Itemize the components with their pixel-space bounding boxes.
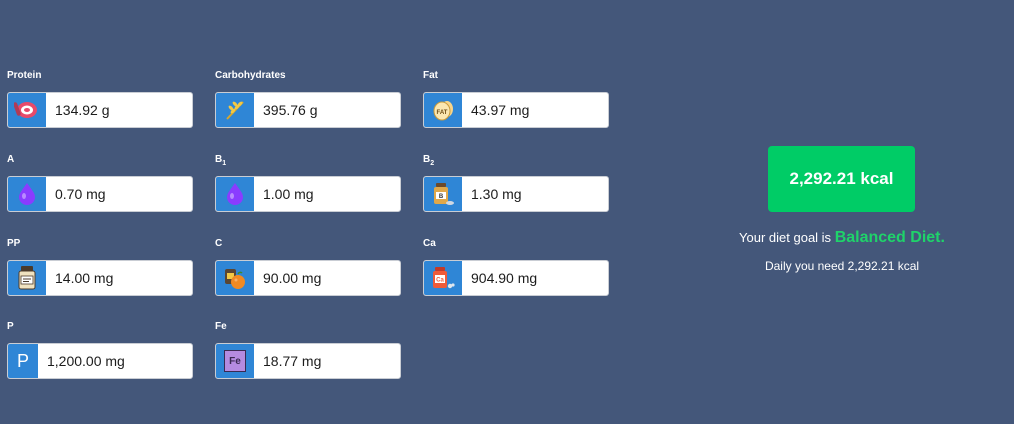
fat-input[interactable]: FAT 43.97 mg xyxy=(423,92,609,128)
protein-input[interactable]: 134.92 g xyxy=(7,92,193,128)
fat-label: Fat xyxy=(423,70,438,81)
iron-input[interactable]: Fe 18.77 mg xyxy=(215,343,401,379)
carbohydrates-input[interactable]: 395.76 g xyxy=(215,92,401,128)
phosphorus-label: P xyxy=(7,321,14,332)
vitamin-pp-value[interactable]: 14.00 mg xyxy=(46,261,192,295)
diet-goal-value: Balanced Diet. xyxy=(834,229,945,246)
vitamin-b2-value[interactable]: 1.30 mg xyxy=(462,177,608,211)
vitamin-b1-value[interactable]: 1.00 mg xyxy=(254,177,400,211)
diet-goal-text: Your diet goal is Balanced Diet. xyxy=(700,229,984,247)
vitamin-c-value[interactable]: 90.00 mg xyxy=(254,261,400,295)
svg-text:B: B xyxy=(439,194,444,200)
iron-element-icon: Fe xyxy=(216,344,254,378)
vitamin-drop-icon xyxy=(8,177,46,211)
protein-label: Protein xyxy=(7,70,42,81)
calcium-label: Ca xyxy=(423,238,436,249)
iron-label: Fe xyxy=(215,321,227,332)
fat-egg-icon: FAT xyxy=(424,93,462,127)
phosphorus-icon-text: P xyxy=(16,350,29,371)
supplement-jar-icon xyxy=(8,261,46,295)
svg-text:FAT: FAT xyxy=(437,110,448,116)
meat-icon xyxy=(8,93,46,127)
vitamin-b1-input[interactable]: 1.00 mg xyxy=(215,176,401,212)
vitamin-c-label: C xyxy=(215,238,223,249)
iron-element-tile: Fe xyxy=(224,350,246,372)
vitamin-a-value[interactable]: 0.70 mg xyxy=(46,177,192,211)
fat-value[interactable]: 43.97 mg xyxy=(462,93,608,127)
vitamin-pp-input[interactable]: 14.00 mg xyxy=(7,260,193,296)
calcium-bottle-icon: Ca xyxy=(424,261,462,295)
phosphorus-value[interactable]: 1,200.00 mg xyxy=(38,344,192,378)
phosphorus-letter-icon: P xyxy=(8,344,38,378)
iron-icon-text: Fe xyxy=(229,355,241,367)
carbohydrates-label: Carbohydrates xyxy=(215,70,286,81)
diet-goal-prefix: Your diet goal is xyxy=(739,230,832,245)
vitamin-a-input[interactable]: 0.70 mg xyxy=(7,176,193,212)
total-kcal-button[interactable]: 2,292.21 kcal xyxy=(768,146,915,212)
vitamin-b1-label: B1 xyxy=(215,154,227,167)
daily-need-text: Daily you need 2,292.21 kcal xyxy=(764,259,920,273)
carbohydrates-value[interactable]: 395.76 g xyxy=(254,93,400,127)
vitamin-c-orange-icon xyxy=(216,261,254,295)
svg-text:Ca: Ca xyxy=(436,278,444,284)
calcium-value[interactable]: 904.90 mg xyxy=(462,261,608,295)
calcium-input[interactable]: Ca 904.90 mg xyxy=(423,260,609,296)
wheat-icon xyxy=(216,93,254,127)
vitamin-bottle-icon: B xyxy=(424,177,462,211)
vitamin-c-input[interactable]: 90.00 mg xyxy=(215,260,401,296)
iron-value[interactable]: 18.77 mg xyxy=(254,344,400,378)
protein-value[interactable]: 134.92 g xyxy=(46,93,192,127)
vitamin-pp-label: PP xyxy=(7,238,21,249)
vitamin-drop-icon xyxy=(216,177,254,211)
vitamin-b2-label: B2 xyxy=(423,154,435,167)
vitamin-a-label: A xyxy=(7,154,15,165)
phosphorus-input[interactable]: P 1,200.00 mg xyxy=(7,343,193,379)
vitamin-b2-input[interactable]: B 1.30 mg xyxy=(423,176,609,212)
